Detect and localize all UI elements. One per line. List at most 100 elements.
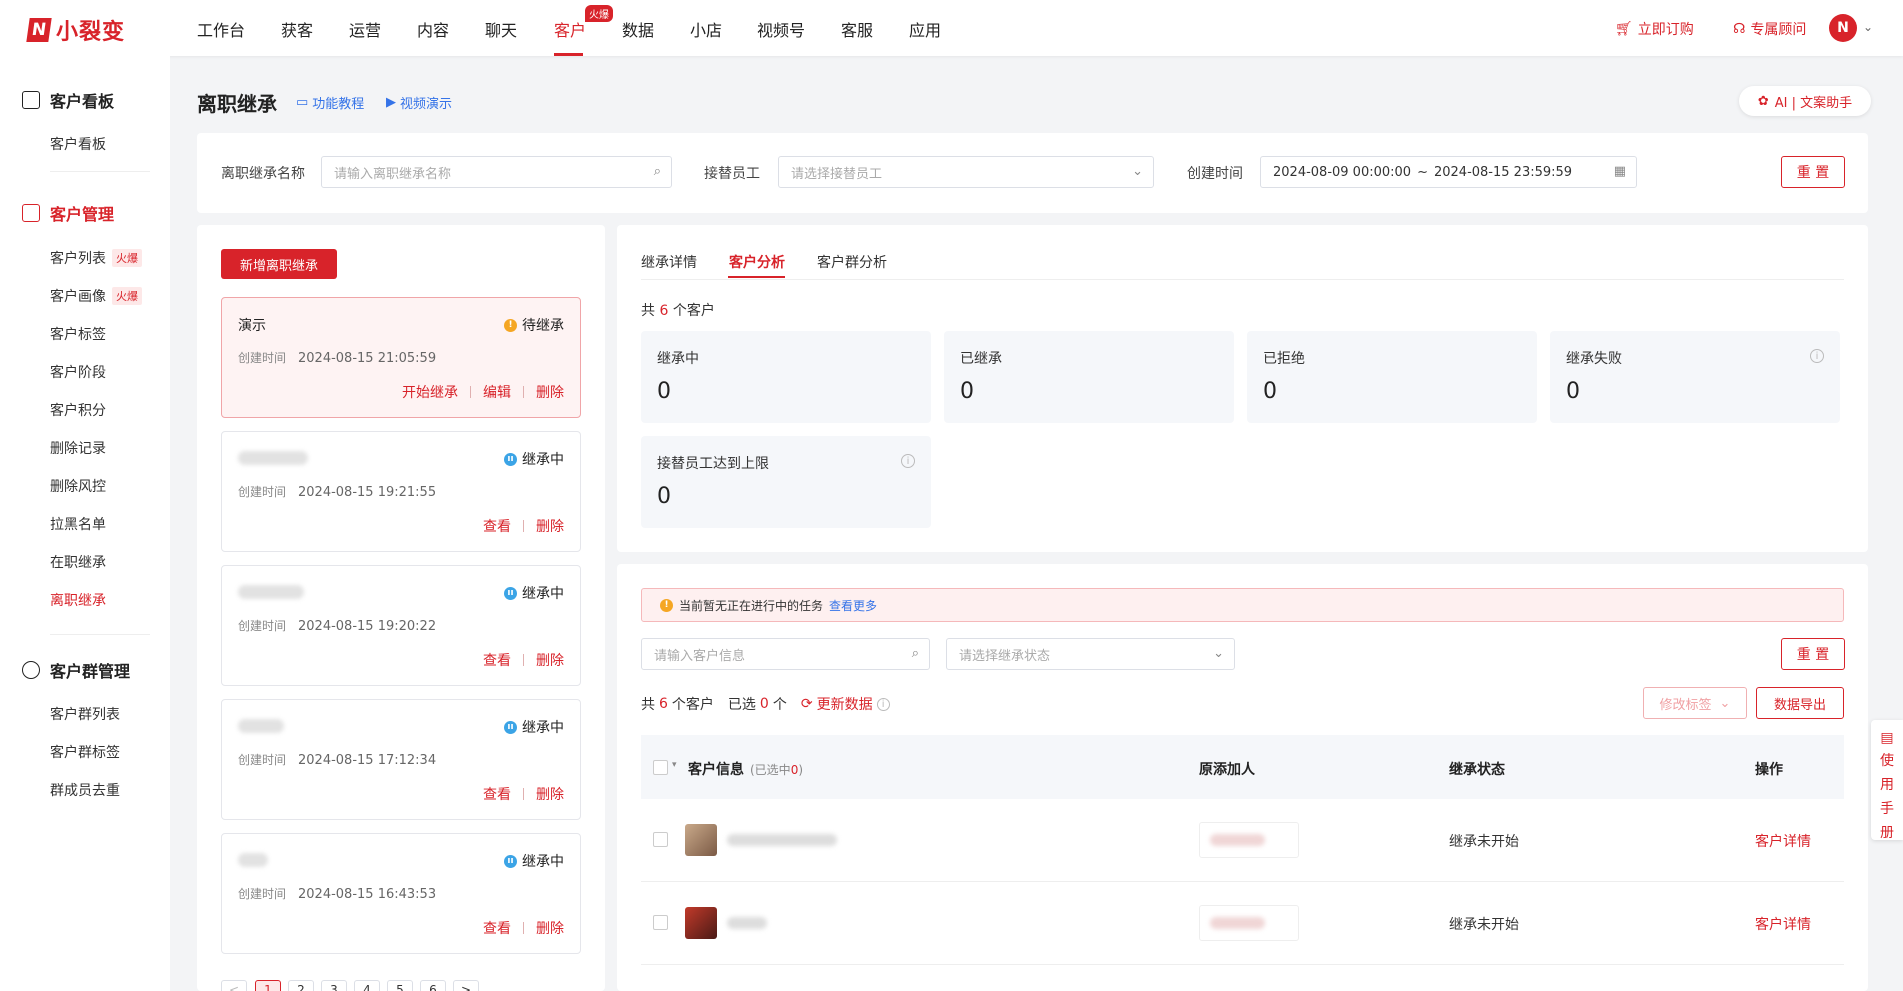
view-link[interactable]: 查看 — [483, 516, 511, 536]
edit-link[interactable]: 编辑 — [483, 382, 511, 402]
sidebar-group-group-mgmt[interactable]: 客户群管理 — [22, 658, 130, 682]
row-checkbox[interactable] — [653, 832, 668, 847]
sidebar-item-resign-inherit[interactable]: 离职继承 — [50, 590, 106, 610]
nav-acquire[interactable]: 获客 — [281, 17, 313, 41]
refresh-link[interactable]: 更新数据 — [817, 694, 873, 714]
selected-suffix: 个 — [772, 697, 787, 713]
customer-detail-link[interactable]: 客户详情 — [1755, 914, 1811, 934]
inherit-status-select[interactable]: 请选择继承状态 ⌄ — [946, 638, 1235, 670]
stat-value: 0 — [1566, 379, 1580, 404]
inherit-card[interactable]: ıı 继承中 创建时间 2024-08-15 19:20:22 查看 删除 — [221, 565, 581, 686]
start-inherit-link[interactable]: 开始继承 — [402, 382, 458, 402]
export-button[interactable]: 数据导出 — [1756, 687, 1844, 719]
view-link[interactable]: 查看 — [483, 784, 511, 804]
sidebar-item-onjob-inherit[interactable]: 在职继承 — [50, 552, 106, 572]
chevron-down-icon[interactable]: ⌄ — [1863, 20, 1873, 34]
sidebar-item-member-dedupe[interactable]: 群成员去重 — [50, 780, 120, 800]
video-link[interactable]: ▶︎ 视频演示 — [386, 93, 452, 112]
nav-shop[interactable]: 小店 — [690, 17, 722, 41]
blurred-name — [238, 451, 308, 465]
info-icon[interactable]: i — [1810, 349, 1824, 363]
nav-operations[interactable]: 运营 — [349, 17, 381, 41]
filter-reset-button[interactable]: 重 置 — [1781, 156, 1845, 188]
sidebar-item-delete-risk[interactable]: 删除风控 — [50, 476, 106, 496]
inherit-card[interactable]: ıı 继承中 创建时间 2024-08-15 19:21:55 查看 删除 — [221, 431, 581, 552]
pagination-page[interactable]: 3 — [321, 980, 347, 991]
app-logo[interactable]: N 小裂变 — [26, 14, 125, 46]
nav-content[interactable]: 内容 — [417, 17, 449, 41]
nav-channels[interactable]: 视频号 — [757, 17, 805, 41]
pagination-page[interactable]: 1 — [255, 980, 281, 991]
view-link[interactable]: 查看 — [483, 918, 511, 938]
tab-customer-analysis[interactable]: 客户分析 — [729, 252, 785, 272]
pagination-page[interactable]: 5 — [387, 980, 413, 991]
order-link[interactable]: 🛒︎ 立即订购 — [1615, 19, 1694, 39]
row-checkbox[interactable] — [653, 915, 668, 930]
nav-chat[interactable]: 聊天 — [485, 17, 517, 41]
sidebar-item-blacklist[interactable]: 拉黑名单 — [50, 514, 106, 534]
date-range-picker[interactable]: 2024-08-09 00:00:00 ~ 2024-08-15 23:59:5… — [1260, 156, 1637, 188]
sidebar-item-dashboard[interactable]: 客户看板 — [50, 134, 106, 154]
pagination-page[interactable]: 4 — [354, 980, 380, 991]
customer-detail-link[interactable]: 客户详情 — [1755, 831, 1811, 851]
pagination-page[interactable]: 6 — [420, 980, 446, 991]
info-icon[interactable]: i — [876, 697, 890, 711]
nav-workbench[interactable]: 工作台 — [197, 17, 245, 41]
user-manual-tab[interactable]: ▤ 使 用 手 册 — [1871, 720, 1903, 841]
alert-more-link[interactable]: 查看更多 — [829, 597, 877, 614]
delete-link[interactable]: 删除 — [536, 382, 564, 402]
ai-label: AI | 文案助手 — [1774, 95, 1853, 111]
name-filter-input[interactable]: 请输入离职继承名称 ⌕ — [321, 156, 672, 188]
table-reset-button[interactable]: 重 置 — [1781, 638, 1845, 670]
summary-mid: 个客户 — [671, 697, 714, 713]
sidebar-item-customer-points[interactable]: 客户积分 — [50, 400, 106, 420]
sidebar-item-customer-stage[interactable]: 客户阶段 — [50, 362, 106, 382]
in-progress-icon: ıı — [504, 720, 517, 734]
stat-label: 已拒绝 — [1263, 351, 1305, 367]
card-actions: 查看 删除 — [483, 918, 564, 938]
nav-apps[interactable]: 应用 — [909, 17, 941, 41]
inherit-card-selected[interactable]: 演示 ! 待继承 创建时间 2024-08-15 21:05:59 开始继承 编辑 … — [221, 297, 581, 418]
select-menu-caret-icon[interactable]: ▾ — [672, 760, 677, 770]
sidebar-item-customer-profile[interactable]: 客户画像 火爆 — [50, 286, 142, 306]
customer-search-input[interactable]: 请输入客户信息 ⌕ — [641, 638, 930, 670]
sidebar-item-group-list[interactable]: 客户群列表 — [50, 704, 120, 724]
staff-select[interactable]: 请选择接替员工 ⌄ — [778, 156, 1154, 188]
pagination-page[interactable]: 2 — [288, 980, 314, 991]
nav-service[interactable]: 客服 — [841, 17, 873, 41]
nav-customer[interactable]: 客户 — [554, 17, 586, 41]
inherit-card[interactable]: ıı 继承中 创建时间 2024-08-15 16:43:53 查看 删除 — [221, 833, 581, 954]
sidebar-item-delete-records[interactable]: 删除记录 — [50, 438, 106, 458]
sidebar-group-dashboard[interactable]: 客户看板 — [22, 88, 114, 112]
book-icon: ▭ — [296, 95, 309, 110]
new-inherit-button[interactable]: 新增离职继承 — [221, 249, 337, 279]
delete-link[interactable]: 删除 — [536, 650, 564, 670]
pagination-prev[interactable]: < — [221, 980, 247, 991]
pagination-next[interactable]: > — [453, 980, 479, 991]
tutorial-link[interactable]: ▭ 功能教程 — [296, 93, 364, 112]
avatar[interactable]: N — [1829, 14, 1857, 42]
select-all-checkbox[interactable] — [653, 760, 668, 775]
view-link[interactable]: 查看 — [483, 650, 511, 670]
nav-data[interactable]: 数据 — [622, 17, 654, 41]
sidebar-group-customer-mgmt[interactable]: 客户管理 — [22, 201, 114, 225]
logo-mark: N — [26, 18, 52, 42]
sidebar-item-customer-tags[interactable]: 客户标签 — [50, 324, 106, 344]
sidebar-item-group-tags[interactable]: 客户群标签 — [50, 742, 120, 762]
tab-group-analysis[interactable]: 客户群分析 — [817, 252, 887, 272]
tab-inherit-detail[interactable]: 继承详情 — [641, 252, 697, 272]
delete-link[interactable]: 删除 — [536, 516, 564, 536]
hot-tag: 火爆 — [112, 249, 142, 267]
advisor-link[interactable]: ☊ 专属顾问 — [1733, 19, 1806, 39]
ai-assistant-button[interactable]: ✿ AI | 文案助手 — [1739, 86, 1871, 116]
blurred-customer-name — [727, 834, 837, 846]
advisor-label: 专属顾问 — [1750, 22, 1807, 38]
delete-link[interactable]: 删除 — [536, 918, 564, 938]
time-value: 2024-08-15 16:43:53 — [298, 887, 437, 902]
info-icon[interactable]: i — [901, 454, 915, 468]
delete-link[interactable]: 删除 — [536, 784, 564, 804]
sidebar-item-customer-list[interactable]: 客户列表 火爆 — [50, 248, 142, 268]
modify-tags-button[interactable]: 修改标签 ⌄ — [1643, 687, 1747, 719]
inherit-card[interactable]: ıı 继承中 创建时间 2024-08-15 17:12:34 查看 删除 — [221, 699, 581, 820]
refresh-icon[interactable]: ⟳ — [801, 696, 813, 712]
